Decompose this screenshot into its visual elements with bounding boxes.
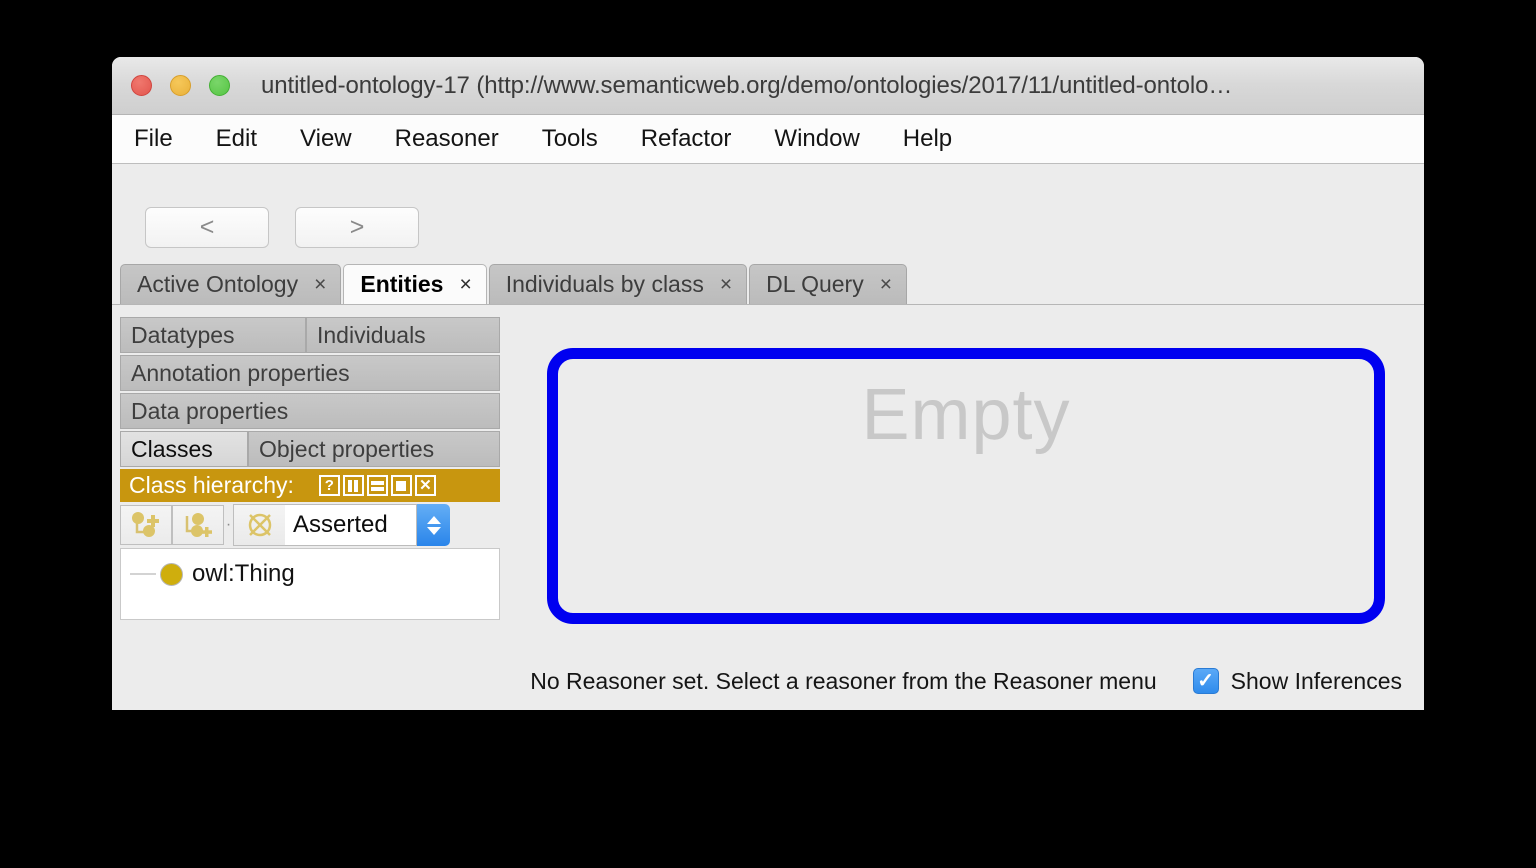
screen-canvas: untitled-ontology-17 (http://www.semanti…: [0, 0, 1536, 868]
tab-label: Entities: [360, 271, 444, 297]
menu-reasoner[interactable]: Reasoner: [395, 125, 499, 153]
tab-close-icon[interactable]: ×: [880, 273, 892, 297]
split-vertical-glyph: [348, 479, 359, 492]
entity-tab-datatypes[interactable]: Datatypes: [120, 317, 306, 353]
menu-file[interactable]: File: [134, 125, 173, 153]
maximize-panel-icon[interactable]: [390, 475, 412, 496]
entity-tab-row-3: Data properties: [120, 393, 500, 429]
tree-item-label: owl:Thing: [192, 560, 295, 587]
entity-tab-individuals[interactable]: Individuals: [306, 317, 500, 353]
show-inferences-label: Show Inferences: [1230, 667, 1402, 694]
tree-item-owl-thing[interactable]: owl:Thing: [121, 557, 499, 591]
show-inferences-checkbox[interactable]: ✓ Show Inferences: [1192, 667, 1402, 695]
statusbar: No Reasoner set. Select a reasoner from …: [112, 652, 1424, 710]
chevron-up-icon: [426, 515, 441, 524]
tab-dl-query[interactable]: DL Query ×: [749, 264, 907, 304]
entity-tab-row-4: Classes Object properties: [120, 431, 500, 467]
class-hierarchy-toolbar: · Asserted: [120, 502, 500, 548]
tree-branch-line: [130, 573, 156, 575]
entity-tab-object-properties[interactable]: Object properties: [248, 431, 500, 467]
tab-active-ontology[interactable]: Active Ontology ×: [120, 264, 342, 304]
class-hierarchy-header-buttons: ? ✕: [318, 475, 436, 496]
split-horizontal-glyph: [370, 480, 384, 491]
class-hierarchy-title: Class hierarchy:: [129, 472, 294, 498]
owl-class-icon: [160, 562, 183, 586]
close-panel-icon[interactable]: ✕: [414, 475, 436, 496]
asserted-view-icon: [248, 513, 271, 537]
add-subclass-button[interactable]: [120, 505, 172, 545]
tab-close-icon[interactable]: ×: [314, 273, 326, 297]
hierarchy-view-value: Asserted: [285, 504, 417, 546]
entity-tab-data-properties[interactable]: Data properties: [120, 393, 500, 429]
tab-entities[interactable]: Entities ×: [343, 264, 487, 304]
hierarchy-view-spinner[interactable]: [417, 504, 450, 546]
checkbox-box[interactable]: ✓: [1192, 668, 1219, 694]
maximize-glyph: [396, 480, 407, 491]
add-sibling-class-icon: [185, 513, 212, 537]
menu-tools[interactable]: Tools: [542, 125, 598, 153]
empty-placeholder-label: Empty: [861, 375, 1071, 455]
tab-individuals-by-class[interactable]: Individuals by class ×: [488, 264, 748, 304]
tab-label: Active Ontology: [137, 271, 299, 297]
close-window-button[interactable]: [131, 75, 152, 96]
toolbar-separator: ·: [225, 516, 232, 533]
reasoner-status-message: No Reasoner set. Select a reasoner from …: [530, 667, 1157, 694]
hierarchy-view-combobox[interactable]: Asserted: [233, 504, 450, 546]
add-subclass-icon: [132, 512, 159, 537]
class-description-panel[interactable]: Empty: [547, 348, 1385, 624]
add-sibling-class-button[interactable]: [172, 505, 224, 545]
chevron-down-icon: [426, 526, 441, 535]
window-titlebar: untitled-ontology-17 (http://www.semanti…: [112, 57, 1424, 115]
help-icon[interactable]: ?: [318, 475, 340, 496]
menubar: File Edit View Reasoner Tools Refactor W…: [112, 115, 1424, 164]
entity-tab-row-2: Annotation properties: [120, 355, 500, 391]
split-horizontal-icon[interactable]: [366, 475, 388, 496]
forward-button[interactable]: >: [295, 207, 419, 248]
window-controls: [131, 75, 230, 96]
maximize-window-button[interactable]: [209, 75, 230, 96]
entity-tab-row-1: Datatypes Individuals: [120, 317, 500, 353]
protege-application-window: untitled-ontology-17 (http://www.semanti…: [112, 57, 1424, 710]
menu-help[interactable]: Help: [903, 125, 952, 153]
split-vertical-icon[interactable]: [342, 475, 364, 496]
entities-left-panel: Datatypes Individuals Annotation propert…: [120, 317, 500, 620]
menu-edit[interactable]: Edit: [216, 125, 257, 153]
menu-window[interactable]: Window: [774, 125, 859, 153]
main-tabbar: Active Ontology × Entities × Individuals…: [112, 264, 1424, 305]
tab-close-icon[interactable]: ×: [720, 273, 732, 297]
navigation-toolbar: < > untitled-ontology-17: [112, 164, 1424, 318]
entity-tab-classes[interactable]: Classes: [120, 431, 248, 467]
class-hierarchy-header: Class hierarchy: ? ✕: [120, 469, 500, 502]
entities-tab-content: Datatypes Individuals Annotation propert…: [112, 305, 1424, 710]
check-icon: ✓: [1197, 670, 1215, 692]
menu-view[interactable]: View: [300, 125, 352, 153]
class-hierarchy-tree[interactable]: owl:Thing: [120, 548, 500, 620]
tab-label: DL Query: [766, 271, 864, 297]
tab-close-icon[interactable]: ×: [459, 273, 471, 297]
back-button[interactable]: <: [145, 207, 269, 248]
entity-tab-annotation-properties[interactable]: Annotation properties: [120, 355, 500, 391]
window-title: untitled-ontology-17 (http://www.semanti…: [261, 71, 1233, 99]
menu-refactor[interactable]: Refactor: [641, 125, 732, 153]
tab-label: Individuals by class: [505, 271, 704, 297]
minimize-window-button[interactable]: [170, 75, 191, 96]
asserted-view-icon-button[interactable]: [233, 504, 285, 546]
